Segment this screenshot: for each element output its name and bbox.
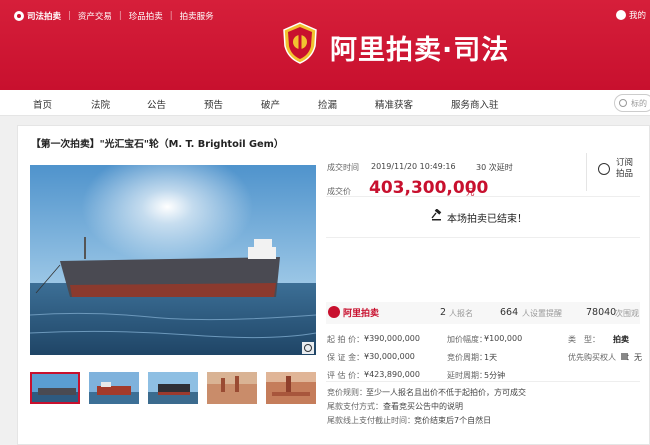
rule-deadline-value: 竞价结束后7个自然日 [414,416,492,425]
auction-title: 【第一次拍卖】"光汇宝石"轮（M. T. Brightoil Gem） [31,139,284,150]
top-link-asset[interactable]: 资产交易 [78,10,112,22]
user-icon [615,10,626,20]
delay-count: 30 次延时 [476,163,513,172]
ship-photo [30,165,316,355]
nav-precise-leads[interactable]: 精准获客 [375,97,413,111]
reminders-label: 人设置提醒 [522,309,562,318]
site-logo-title[interactable]: 阿里拍卖·司法 [330,28,509,67]
ali-auction-logo-icon [328,306,340,318]
my-account[interactable]: 我的 [615,9,646,21]
divider: | [68,11,71,21]
divider [586,153,587,191]
clock-icon[interactable] [598,163,610,175]
main-nav: 首页 法院 公告 预告 破产 捡漏 精准获客 服务商入驻 [0,90,650,116]
top-link-judicial[interactable]: 司法拍卖 [27,10,61,22]
subscribe-button[interactable]: 订阅拍品 [616,158,636,180]
appraisal-value: ¥423,890,000 [364,370,420,379]
divider: | [118,11,122,21]
deposit-label: 保 证 金： [327,353,365,362]
main-ship-image[interactable] [30,165,316,355]
top-links: 司法拍卖 | 资产交易 | 珍品拍卖 | 拍卖服务 [14,9,214,23]
period-value: 1天 [484,353,498,362]
start-price-label: 起 拍 价： [327,335,365,344]
divider: | [169,11,173,21]
views-count: 78040 [586,307,617,318]
rule-bid-value: 至少一人报名且出价不低于起拍价，方可成交 [366,388,526,397]
thumbnail-1[interactable] [30,372,80,404]
nav-bankruptcy[interactable]: 破产 [261,97,280,111]
nav-preview[interactable]: 预告 [204,97,223,111]
auction-ended-text: 本场拍卖已结束！ [447,214,527,225]
period-label: 竞价周期： [447,353,487,362]
top-link-service[interactable]: 拍卖服务 [180,10,214,22]
deal-time-label: 成交时间 [327,163,359,172]
nav-home[interactable]: 首页 [33,97,52,111]
nav-bargain[interactable]: 捡漏 [318,97,337,111]
signups-label: 人报名 [449,309,473,318]
nav-court[interactable]: 法院 [91,97,110,111]
rule-payment-value[interactable]: 查看竞买公告中的说明 [383,401,463,412]
priority-value: ：无 [626,353,642,362]
deposit-value: ¥30,000,000 [364,352,415,361]
judicial-logo-icon [14,11,24,21]
appraisal-label: 评 估 价： [327,371,365,380]
ali-auction-brand: 阿里拍卖 [343,309,380,319]
search-icon [619,99,627,107]
signups-count: 2 [440,307,447,318]
increment-label: 加价幅度： [447,335,487,344]
rule-deadline-label: 尾款线上支付截止时间： [327,416,415,425]
reminders-count: 664 [500,307,519,318]
my-account-label: 我的 [628,11,646,21]
search-input[interactable]: 标的 [614,94,650,112]
top-link-treasure[interactable]: 珍品拍卖 [129,10,163,22]
zoom-icon[interactable] [302,342,314,354]
thumbnail-5[interactable] [266,372,316,404]
thumbnail-3[interactable] [148,372,198,404]
priority-label: 优先购买权人 [568,353,616,362]
nav-notice[interactable]: 公告 [147,97,166,111]
thumbnail-2[interactable] [89,372,139,404]
delay-period-label: 延时周期： [447,371,487,380]
nav-provider-join[interactable]: 服务商入驻 [451,97,499,111]
deal-time-value: 2019/11/20 10:49:16 [371,162,456,171]
court-emblem-icon [283,22,317,64]
delay-period-value: 5分钟 [484,371,506,380]
rule-payment-label: 尾款支付方式： [327,402,383,411]
type-label: 类 型： [568,335,600,344]
gavel-icon [431,209,442,221]
start-price-value: ¥390,000,000 [364,334,420,343]
increment-value: ¥100,000 [484,334,523,343]
thumbnail-4[interactable] [207,372,257,404]
views-label: 次围观 [615,309,639,318]
type-value: 拍卖 [613,335,629,344]
rule-bid-label: 竞价规则： [327,388,367,397]
